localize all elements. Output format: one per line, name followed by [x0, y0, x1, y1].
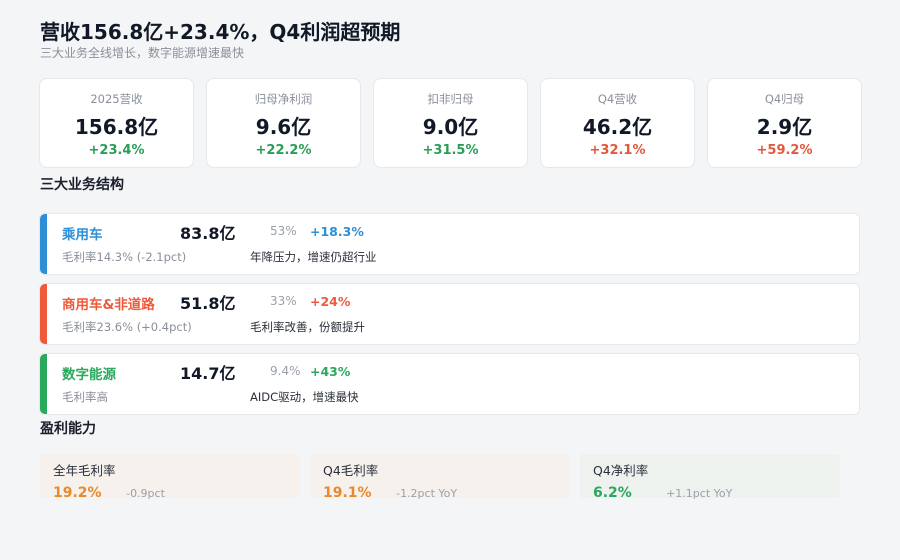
business-name: 商用车&非道路 [62, 297, 155, 313]
business-growth: +18.3% [310, 224, 364, 239]
kpi-change: +59.2% [756, 143, 813, 158]
profit-card-annual-gross-margin: 全年毛利率 19.2% -0.9pct [40, 454, 300, 501]
profit-card-q4-gross-margin: Q4毛利率 19.1% -1.2pct YoY [310, 454, 570, 501]
page-title: 营收156.8亿+23.4%，Q4利润超预期 [40, 20, 401, 44]
business-note: 毛利率改善，份额提升 [250, 320, 365, 334]
kpi-change: +23.4% [88, 143, 145, 158]
kpi-value: 156.8亿 [74, 115, 159, 139]
business-name: 乘用车 [62, 227, 103, 243]
business-margin: 毛利率14.3% (-2.1pct) [62, 250, 187, 264]
kpi-label: Q4归母 [764, 92, 805, 106]
business-color-bar [40, 284, 47, 344]
business-section-title: 三大业务结构 [40, 177, 124, 193]
kpi-label: Q4营收 [597, 92, 638, 106]
kpi-label: 2025营收 [90, 92, 143, 106]
kpi-card-q4-profit: Q4归母 2.9亿 +59.2% [707, 78, 862, 168]
profit-value: 6.2% [593, 485, 632, 501]
page-subtitle: 三大业务全线增长，数字能源增速最快 [40, 46, 245, 60]
business-margin: 毛利率高 [62, 390, 108, 404]
business-note: 年降压力，增速仍超行业 [250, 250, 377, 264]
business-name: 数字能源 [62, 367, 116, 383]
profit-value: 19.1% [323, 485, 372, 501]
business-share: 53% [270, 224, 297, 238]
business-color-bar [40, 214, 47, 274]
profit-delta: -0.9pct [126, 487, 165, 500]
kpi-card-annual-revenue: 2025营收 156.8亿 +23.4% [39, 78, 194, 168]
kpi-value: 9.6亿 [255, 115, 312, 139]
business-margin: 毛利率23.6% (+0.4pct) [62, 320, 192, 334]
business-row-commercial: 商用车&非道路 51.8亿 33% +24% 毛利率23.6% (+0.4pct… [39, 283, 860, 345]
business-revenue: 83.8亿 [180, 224, 236, 243]
business-growth: +43% [310, 364, 351, 379]
kpi-label: 扣非归母 [427, 92, 474, 106]
kpi-card-net-profit: 归母净利润 9.6亿 +22.2% [206, 78, 361, 168]
business-row-digital-energy: 数字能源 14.7亿 9.4% +43% 毛利率高 AIDC驱动，增速最快 [39, 353, 860, 415]
kpi-change: +22.2% [255, 143, 312, 158]
business-revenue: 51.8亿 [180, 294, 236, 313]
profit-label: Q4净利率 [593, 463, 649, 478]
kpi-value: 9.0亿 [422, 115, 479, 139]
kpi-value: 46.2亿 [582, 115, 653, 139]
business-note: AIDC驱动，增速最快 [250, 390, 359, 404]
profit-label: 全年毛利率 [53, 463, 116, 478]
profit-delta: +1.1pct YoY [666, 487, 733, 500]
business-share: 33% [270, 294, 297, 308]
kpi-card-adjusted-profit: 扣非归母 9.0亿 +31.5% [373, 78, 528, 168]
business-share: 9.4% [270, 364, 301, 378]
kpi-label: 归母净利润 [254, 92, 313, 106]
profit-value: 19.2% [53, 485, 102, 501]
kpi-change: +32.1% [589, 143, 646, 158]
business-color-bar [40, 354, 47, 414]
kpi-row: 2025营收 156.8亿 +23.4% 归母净利润 9.6亿 +22.2% 扣… [39, 78, 862, 168]
business-revenue: 14.7亿 [180, 364, 236, 383]
kpi-change: +31.5% [422, 143, 479, 158]
kpi-card-q4-revenue: Q4营收 46.2亿 +32.1% [540, 78, 695, 168]
business-row-passenger: 乘用车 83.8亿 53% +18.3% 毛利率14.3% (-2.1pct) … [39, 213, 860, 275]
kpi-value: 2.9亿 [756, 115, 813, 139]
profit-label: Q4毛利率 [323, 463, 379, 478]
profit-card-q4-net-margin: Q4净利率 6.2% +1.1pct YoY [580, 454, 840, 501]
business-growth: +24% [310, 294, 351, 309]
profit-section-title: 盈利能力 [40, 421, 96, 437]
profit-delta: -1.2pct YoY [396, 487, 458, 500]
